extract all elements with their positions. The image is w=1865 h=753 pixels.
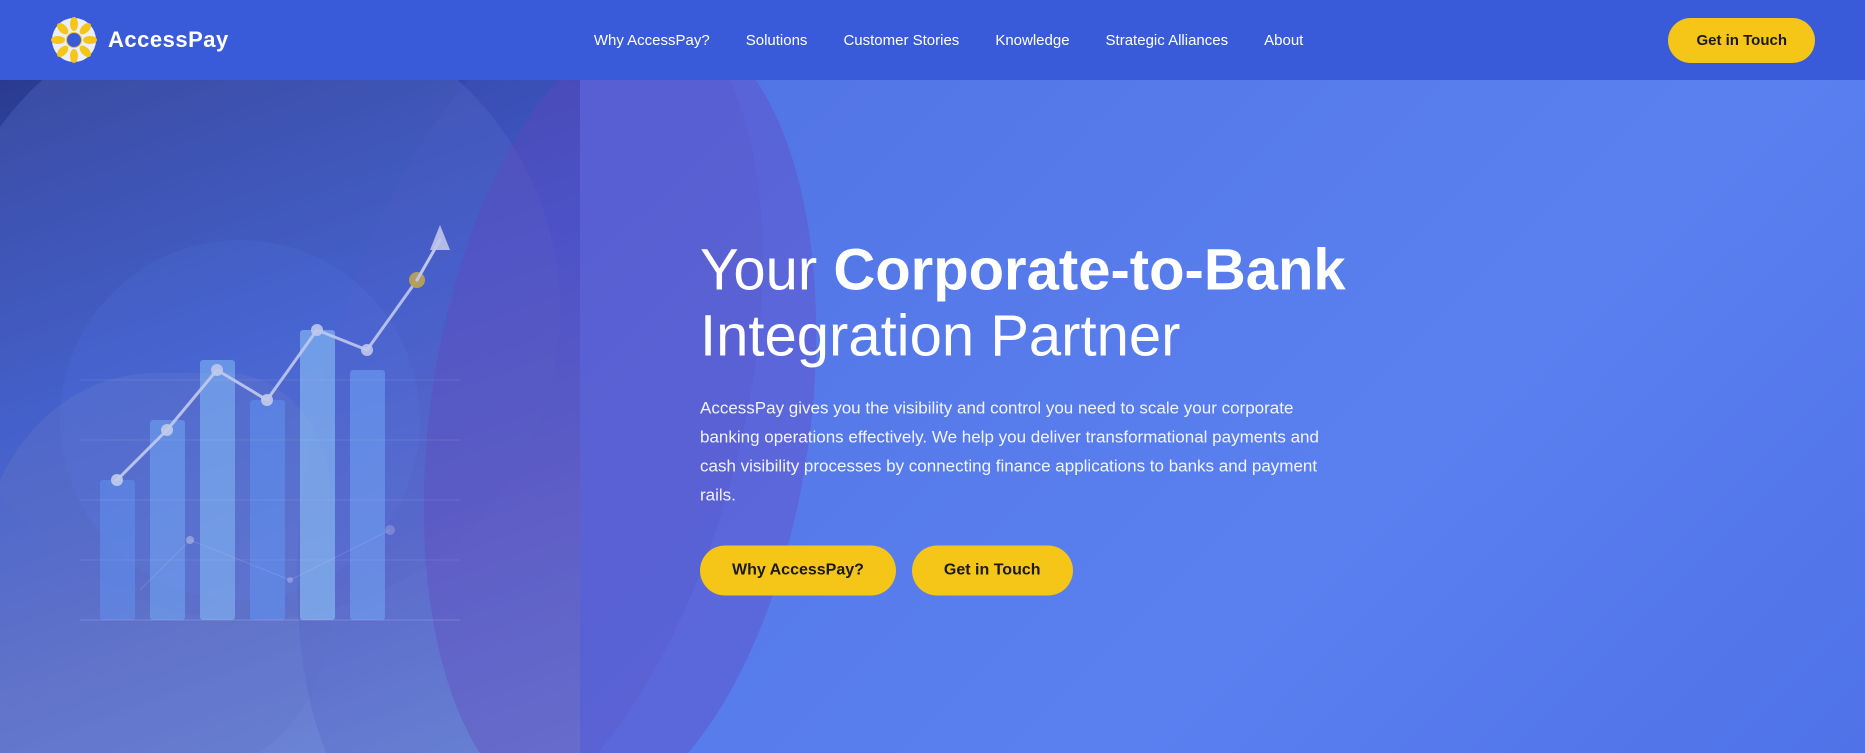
- hero-title-normal: Your: [700, 237, 833, 302]
- hero-title-bold: Corporate-to-Bank: [833, 237, 1345, 302]
- finance-chart-graphic: [40, 180, 500, 660]
- nav-item-customer-stories[interactable]: Customer Stories: [843, 32, 959, 49]
- hero-buttons: Why AccessPay? Get in Touch: [700, 546, 1785, 596]
- logo-text: AccessPay: [108, 27, 229, 53]
- hero-content: Your Corporate-to-Bank Integration Partn…: [700, 237, 1865, 596]
- nav-item-why-accesspay[interactable]: Why AccessPay?: [594, 32, 710, 49]
- hero-title: Your Corporate-to-Bank Integration Partn…: [700, 237, 1785, 370]
- logo-icon: [50, 16, 98, 64]
- hero-title-line2: Integration Partner: [700, 304, 1180, 369]
- logo[interactable]: AccessPay: [50, 16, 229, 64]
- nav-item-strategic-alliances[interactable]: Strategic Alliances: [1106, 32, 1229, 49]
- nav-item-about[interactable]: About: [1264, 32, 1303, 49]
- hero-section: Your Corporate-to-Bank Integration Partn…: [0, 80, 1865, 753]
- header: AccessPay Why AccessPay? Solutions Custo…: [0, 0, 1865, 80]
- why-accesspay-button[interactable]: Why AccessPay?: [700, 546, 896, 596]
- get-in-touch-button[interactable]: Get in Touch: [912, 546, 1073, 596]
- nav-item-solutions[interactable]: Solutions: [746, 32, 808, 49]
- nav-item-knowledge[interactable]: Knowledge: [995, 32, 1069, 49]
- main-nav: Why AccessPay? Solutions Customer Storie…: [594, 32, 1304, 49]
- header-cta-button[interactable]: Get in Touch: [1668, 18, 1815, 63]
- hero-description: AccessPay gives you the visibility and c…: [700, 394, 1320, 510]
